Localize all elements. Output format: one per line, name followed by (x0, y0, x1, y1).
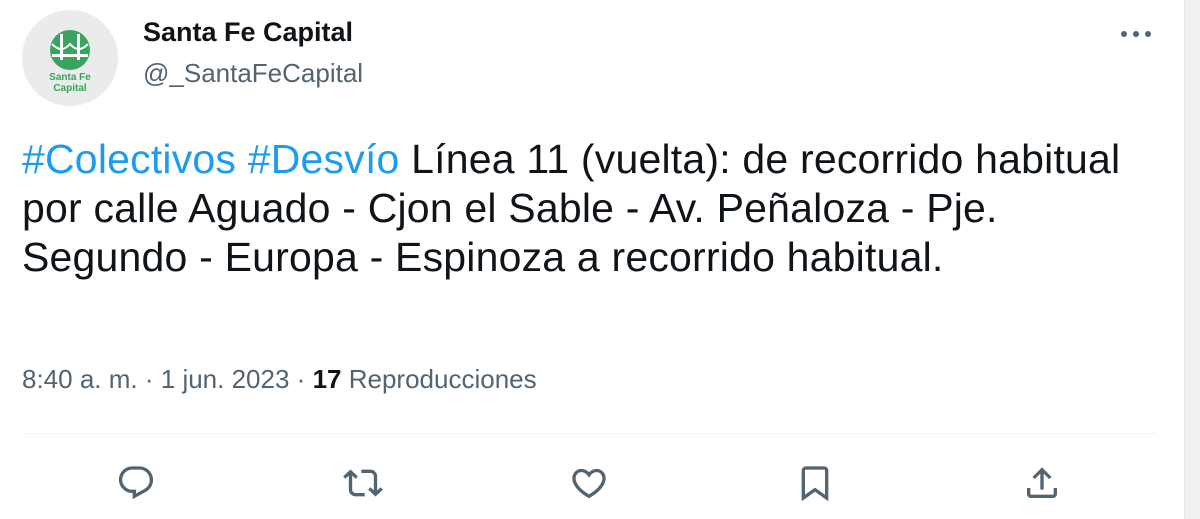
scrollbar[interactable] (1184, 0, 1200, 519)
tweet-text: #Colectivos #Desvío Línea 11 (vuelta): d… (22, 135, 1122, 282)
tweet-card: Santa Fe Capital Santa Fe Capital @_Sant… (0, 0, 1200, 519)
retweet-button[interactable] (335, 455, 391, 511)
avatar-text-line2: Capital (53, 83, 87, 94)
more-options-button[interactable] (1112, 18, 1160, 50)
tweet-date[interactable]: 1 jun. 2023 (161, 364, 290, 394)
bridge-logo-icon: Santa Fe Capital (22, 10, 118, 106)
hashtag-colectivos[interactable]: #Colectivos (22, 136, 236, 182)
views-count: 17 (312, 364, 342, 394)
tweet-time[interactable]: 8:40 a. m. (22, 364, 138, 394)
avatar-text-line1: Santa Fe (49, 72, 91, 83)
share-button[interactable] (1014, 455, 1070, 511)
reply-icon (118, 466, 154, 500)
more-icon (1121, 31, 1151, 37)
bookmark-icon (801, 466, 829, 502)
display-name[interactable]: Santa Fe Capital (143, 17, 353, 48)
tweet-meta: 8:40 a. m. · 1 jun. 2023 · 17 Reproducci… (22, 364, 537, 395)
bookmark-button[interactable] (787, 455, 843, 511)
views-label: Reproducciones (348, 364, 537, 394)
heart-icon (572, 468, 606, 499)
meta-separator: · (144, 364, 154, 394)
action-bar (0, 455, 1200, 511)
meta-separator: · (296, 364, 306, 394)
handle[interactable]: @_SantaFeCapital (143, 58, 363, 89)
retweet-icon (343, 469, 383, 497)
avatar[interactable]: Santa Fe Capital (22, 10, 118, 106)
like-button[interactable] (561, 455, 617, 511)
hashtag-desvio[interactable]: #Desvío (248, 136, 400, 182)
share-icon (1027, 467, 1057, 498)
reply-button[interactable] (108, 455, 164, 511)
divider (22, 433, 1156, 434)
